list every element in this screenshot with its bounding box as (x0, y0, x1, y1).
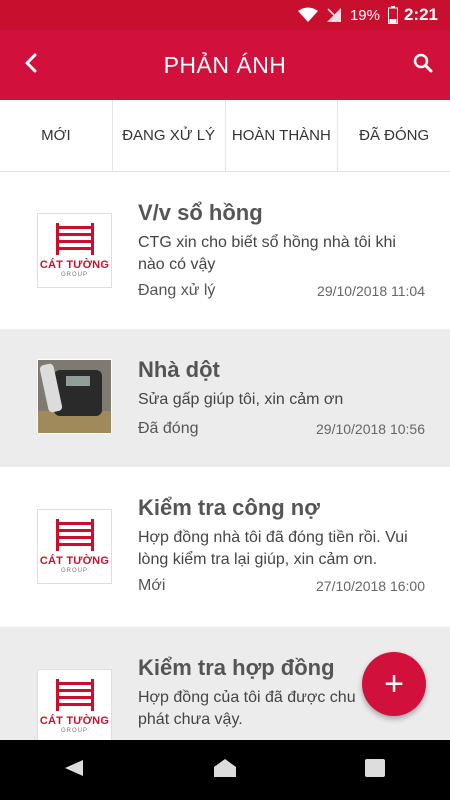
logo-sub: GROUP (60, 728, 88, 734)
item-description: CTG xin cho biết sổ hồng nhà tôi khi nào… (138, 234, 396, 273)
status-bar: 19% 2:21 (0, 0, 450, 30)
company-logo: CÁT TƯỜNG GROUP (37, 509, 112, 584)
list-item[interactable]: CÁT TƯỜNG GROUP Kiểm tra công nợ Hợp đồn… (0, 467, 450, 627)
nav-back-button[interactable] (55, 750, 95, 790)
tab-new[interactable]: MỚI (0, 100, 113, 171)
back-triangle-icon (63, 758, 87, 783)
item-status: Mới (138, 577, 166, 594)
logo-name: CÁT TƯỜNG (39, 715, 110, 727)
signal-icon (326, 7, 342, 23)
item-title: V/v sổ hồng (138, 200, 263, 225)
recents-icon (363, 757, 387, 784)
page-title: PHẢN ÁNH (163, 51, 287, 78)
logo-sub: GROUP (60, 568, 88, 574)
search-icon (413, 53, 433, 78)
search-button[interactable] (408, 50, 438, 80)
company-logo: CÁT TƯỜNG GROUP (37, 213, 112, 288)
logo-name: CÁT TƯỜNG (39, 555, 110, 567)
item-description: Hợp đồng của tôi đã được chu phát chưa v… (138, 689, 356, 728)
cat-tuong-logo-icon (55, 223, 94, 255)
system-nav-bar (0, 740, 450, 800)
item-title: Nhà dột (138, 357, 220, 382)
chevron-left-icon (23, 53, 39, 78)
status-tabs: MỚI ĐANG XỬ LÝ HOÀN THÀNH ĐÃ ĐÓNG (0, 100, 450, 172)
item-description: Sửa gấp giúp tôi, xin cảm ơn (138, 391, 344, 408)
item-status: Đang xử lý (138, 282, 216, 299)
item-time: 29/10/2018 10:56 (316, 421, 425, 437)
clock: 2:21 (403, 5, 438, 24)
nav-recents-button[interactable] (355, 750, 395, 790)
item-photo (37, 359, 112, 434)
item-time: 27/10/2018 16:00 (316, 578, 425, 594)
company-logo: CÁT TƯỜNG GROUP (37, 669, 112, 740)
app-bar: PHẢN ÁNH (0, 30, 450, 100)
plus-icon: + (384, 664, 404, 703)
logo-sub: GROUP (60, 272, 88, 278)
back-button[interactable] (16, 50, 46, 80)
wifi-icon (297, 7, 318, 23)
tab-completed[interactable]: HOÀN THÀNH (226, 100, 339, 171)
cat-tuong-logo-icon (55, 679, 94, 711)
add-feedback-button[interactable]: + (362, 652, 426, 716)
item-time: 29/10/2018 11:04 (317, 283, 425, 299)
tab-closed[interactable]: ĐÃ ĐÓNG (338, 100, 450, 171)
phone-photo-icon (38, 360, 111, 433)
item-description: Hợp đồng nhà tôi đã đóng tiền rồi. Vui l… (138, 529, 408, 568)
nav-home-button[interactable] (205, 750, 245, 790)
item-title: Kiểm tra công nợ (138, 495, 320, 520)
tab-processing[interactable]: ĐANG XỬ LÝ (113, 100, 226, 171)
battery-icon (387, 6, 398, 24)
cat-tuong-logo-icon (55, 519, 94, 551)
list-item[interactable]: CÁT TƯỜNG GROUP V/v sổ hồng CTG xin cho … (0, 172, 450, 329)
battery-percent: 19% (349, 6, 380, 24)
item-status: Đã đóng (138, 420, 199, 437)
list-item[interactable]: Nhà dột Sửa gấp giúp tôi, xin cảm ơn Đã … (0, 329, 450, 467)
home-icon (212, 757, 238, 784)
logo-name: CÁT TƯỜNG (39, 259, 110, 271)
